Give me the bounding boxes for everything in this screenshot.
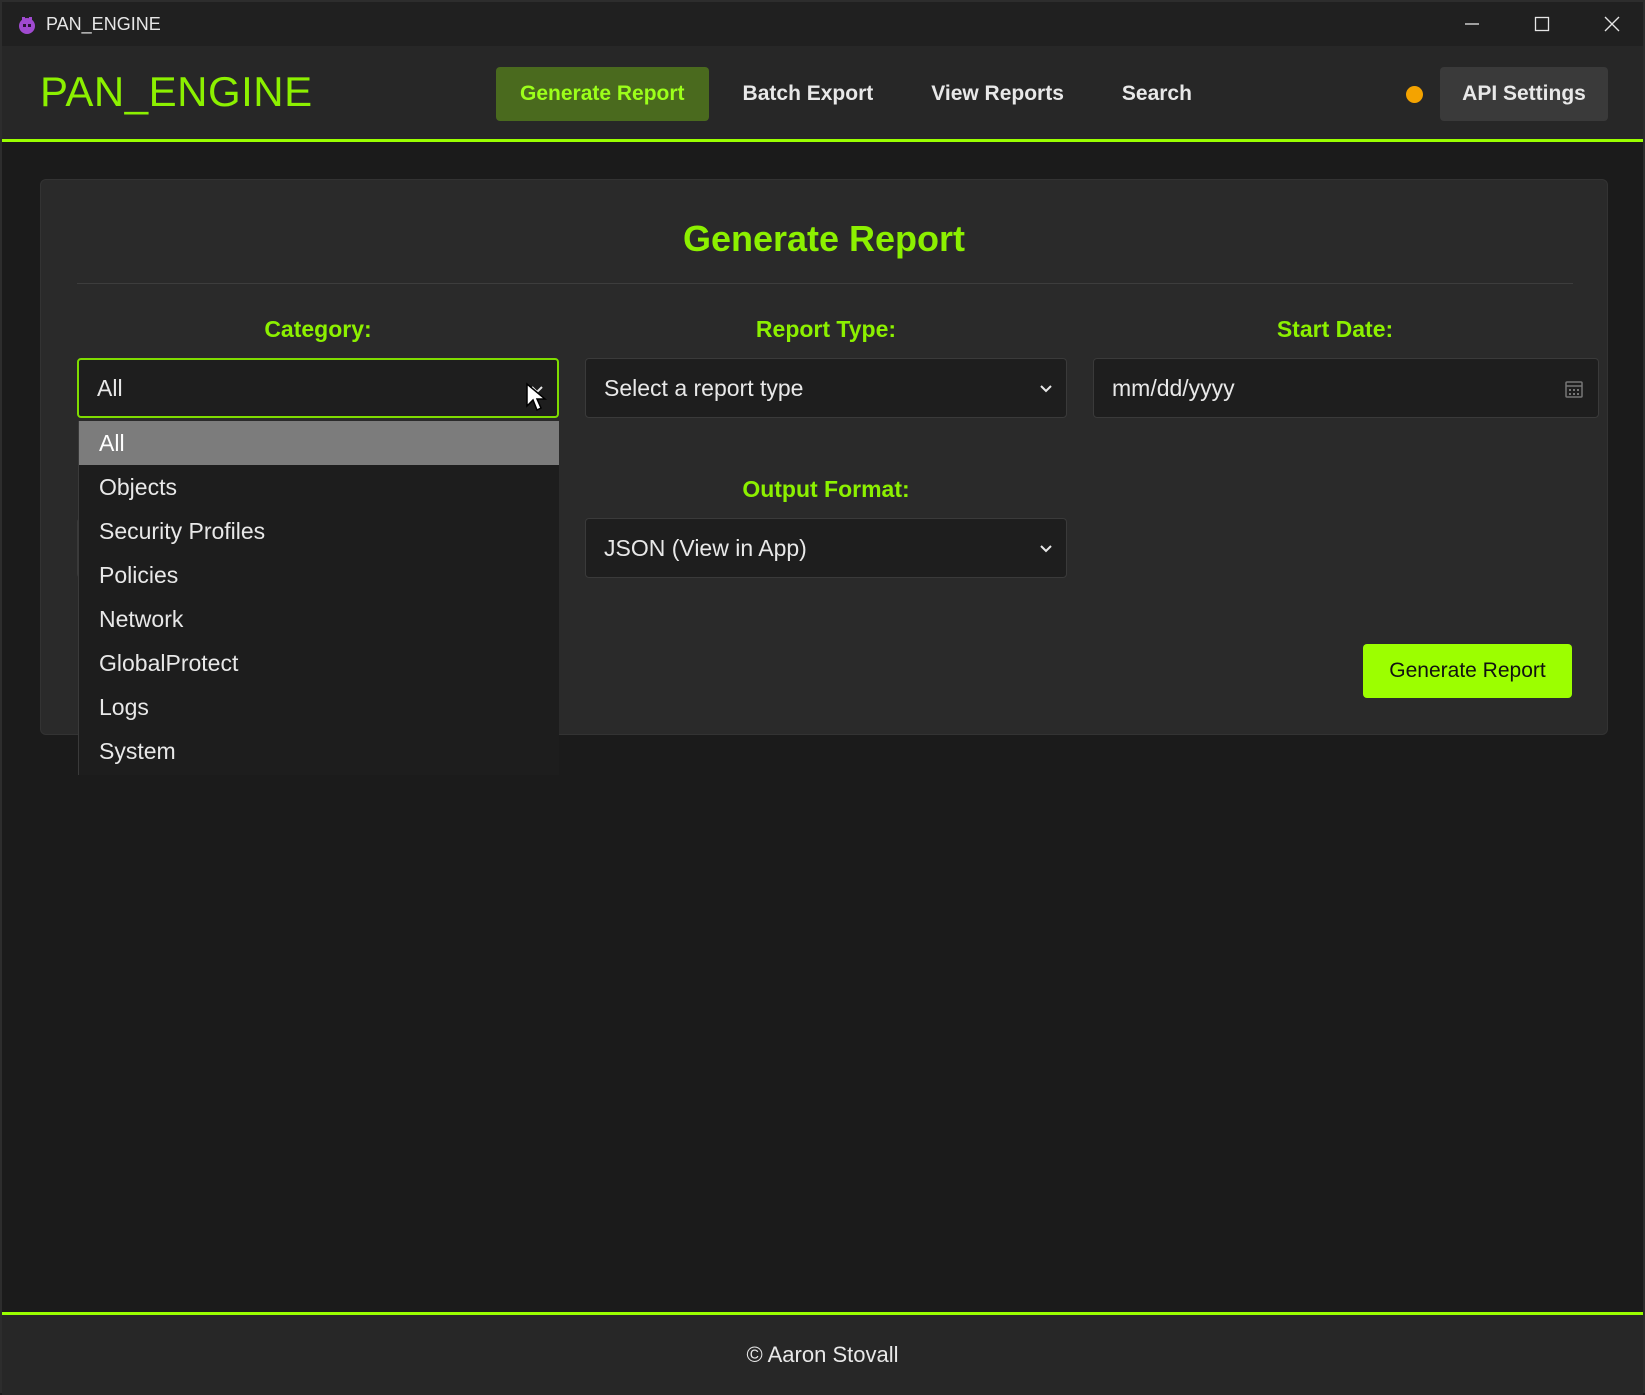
- nav-generate-report[interactable]: Generate Report: [496, 67, 709, 121]
- window-title: PAN_ENGINE: [46, 14, 161, 34]
- maximize-button[interactable]: [1507, 2, 1577, 46]
- calendar-icon[interactable]: [1564, 379, 1584, 399]
- dropdown-option-logs[interactable]: Logs: [79, 685, 559, 729]
- category-label: Category:: [264, 316, 372, 342]
- dropdown-option-globalprotect[interactable]: GlobalProtect: [79, 641, 559, 685]
- chevron-down-icon: [1040, 545, 1052, 553]
- footer-copyright: © Aaron Stovall: [746, 1342, 899, 1367]
- close-button[interactable]: [1577, 2, 1645, 46]
- nav-search[interactable]: Search: [1098, 67, 1216, 121]
- category-value: All: [97, 374, 123, 401]
- output-format-value: JSON (View in App): [604, 534, 807, 561]
- dropdown-option-security-profiles[interactable]: Security Profiles: [79, 509, 559, 553]
- nav-batch-export[interactable]: Batch Export: [719, 67, 898, 121]
- generate-report-button[interactable]: Generate Report: [1363, 644, 1572, 698]
- main-nav: Generate Report Batch Export View Report…: [496, 67, 1226, 121]
- chevron-down-icon: [1040, 385, 1052, 393]
- maximize-icon: [1534, 16, 1550, 32]
- brand-logo[interactable]: PAN_ENGINE: [40, 68, 313, 116]
- title-bar: PAN_ENGINE: [2, 2, 1643, 46]
- report-type-label: Report Type:: [755, 316, 897, 342]
- card-title: Generate Report: [682, 218, 966, 259]
- app-window: PAN_ENGINE PAN_ENGINE Generate Report Ba…: [0, 0, 1645, 1395]
- divider: [77, 283, 1573, 284]
- nav-view-reports[interactable]: View Reports: [907, 67, 1088, 121]
- start-date-input[interactable]: mm/dd/yyyy: [1093, 358, 1599, 418]
- minimize-icon: [1465, 23, 1479, 25]
- output-format-label: Output Format:: [742, 476, 910, 502]
- dropdown-option-network[interactable]: Network: [79, 597, 559, 641]
- minimize-button[interactable]: [1437, 2, 1507, 46]
- start-date-placeholder: mm/dd/yyyy: [1112, 374, 1235, 401]
- category-dropdown-list: All Objects Security Profiles Policies N…: [78, 421, 559, 775]
- connection-status-indicator: [1406, 86, 1423, 103]
- start-date-label: Start Date:: [1276, 316, 1394, 342]
- dropdown-option-policies[interactable]: Policies: [79, 553, 559, 597]
- report-type-select[interactable]: Select a report type: [585, 358, 1067, 418]
- mouse-cursor-icon: [526, 382, 547, 412]
- dropdown-option-all[interactable]: All: [79, 421, 559, 465]
- api-settings-button[interactable]: API Settings: [1440, 67, 1608, 121]
- app-icon: [19, 17, 35, 34]
- output-format-select[interactable]: JSON (View in App): [585, 518, 1067, 578]
- dropdown-option-system[interactable]: System: [79, 729, 559, 773]
- category-select[interactable]: All: [77, 358, 559, 418]
- app-header: PAN_ENGINE Generate Report Batch Export …: [2, 46, 1643, 142]
- close-icon: [1604, 16, 1620, 32]
- report-type-value: Select a report type: [604, 374, 804, 401]
- dropdown-option-objects[interactable]: Objects: [79, 465, 559, 509]
- footer: © Aaron Stovall: [2, 1312, 1643, 1395]
